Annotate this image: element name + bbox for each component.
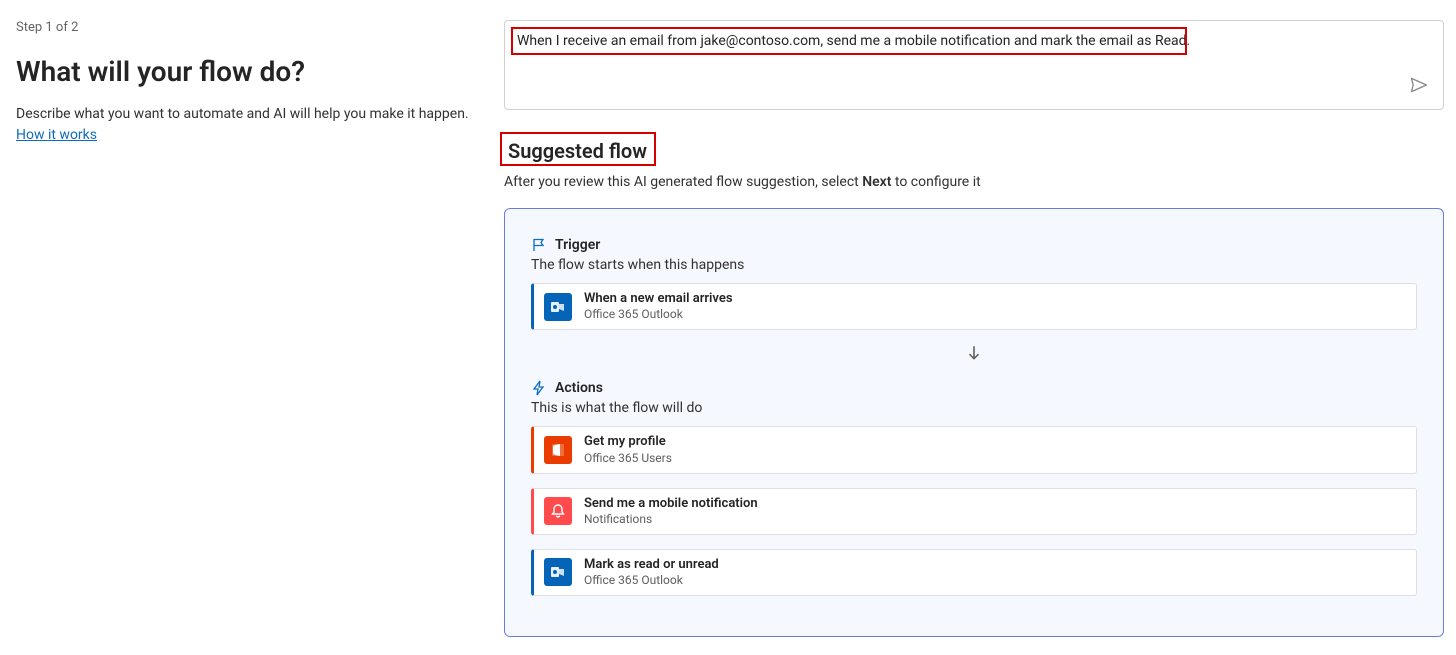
trigger-section-sub: The flow starts when this happens — [531, 257, 1417, 273]
trigger-section-header: Trigger — [531, 237, 1417, 253]
action-card-title: Mark as read or unread — [584, 557, 719, 573]
send-icon — [1409, 75, 1429, 95]
prompt-box[interactable] — [504, 20, 1444, 110]
action-card-title: Get my profile — [584, 434, 672, 450]
action-card[interactable]: Get my profileOffice 365 Users — [531, 426, 1417, 473]
trigger-card-title: When a new email arrives — [584, 291, 733, 307]
action-card[interactable]: Send me a mobile notificationNotificatio… — [531, 488, 1417, 535]
flow-canvas: Trigger The flow starts when this happen… — [504, 208, 1444, 637]
action-card-connector: Office 365 Outlook — [584, 573, 719, 588]
step-indicator: Step 1 of 2 — [16, 20, 480, 35]
actions-section-sub: This is what the flow will do — [531, 400, 1417, 416]
actions-section-label: Actions — [555, 380, 603, 396]
arrow-down-icon — [965, 344, 983, 362]
action-card-connector: Notifications — [584, 512, 758, 527]
action-card-connector: Office 365 Users — [584, 451, 672, 466]
flag-icon — [531, 237, 547, 253]
prompt-input[interactable] — [517, 33, 1383, 65]
outlook-icon — [544, 293, 572, 321]
left-panel: Step 1 of 2 What will your flow do? Desc… — [16, 20, 496, 637]
trigger-section-label: Trigger — [555, 237, 600, 253]
page-subtitle: Describe what you want to automate and A… — [16, 105, 480, 125]
action-card-title: Send me a mobile notification — [584, 496, 758, 512]
suggested-sub-bold: Next — [862, 174, 891, 190]
suggested-sub-post: to configure it — [891, 174, 980, 190]
how-it-works-link[interactable]: How it works — [16, 127, 97, 143]
bell-icon — [544, 497, 572, 525]
page-title: What will your flow do? — [16, 55, 480, 89]
suggested-sub-pre: After you review this AI generated flow … — [504, 174, 862, 190]
office-icon — [544, 436, 572, 464]
suggested-flow-heading: Suggested flow — [504, 138, 651, 164]
trigger-card-connector: Office 365 Outlook — [584, 307, 733, 322]
lightning-icon — [531, 380, 547, 396]
actions-section-header: Actions — [531, 380, 1417, 396]
outlook-icon — [544, 558, 572, 586]
suggested-flow-subtext: After you review this AI generated flow … — [504, 174, 1444, 190]
send-button[interactable] — [1405, 71, 1433, 99]
right-panel: Suggested flow After you review this AI … — [496, 20, 1444, 637]
trigger-card[interactable]: When a new email arrives Office 365 Outl… — [531, 283, 1417, 330]
action-card[interactable]: Mark as read or unreadOffice 365 Outlook — [531, 549, 1417, 596]
flow-arrow — [531, 344, 1417, 362]
